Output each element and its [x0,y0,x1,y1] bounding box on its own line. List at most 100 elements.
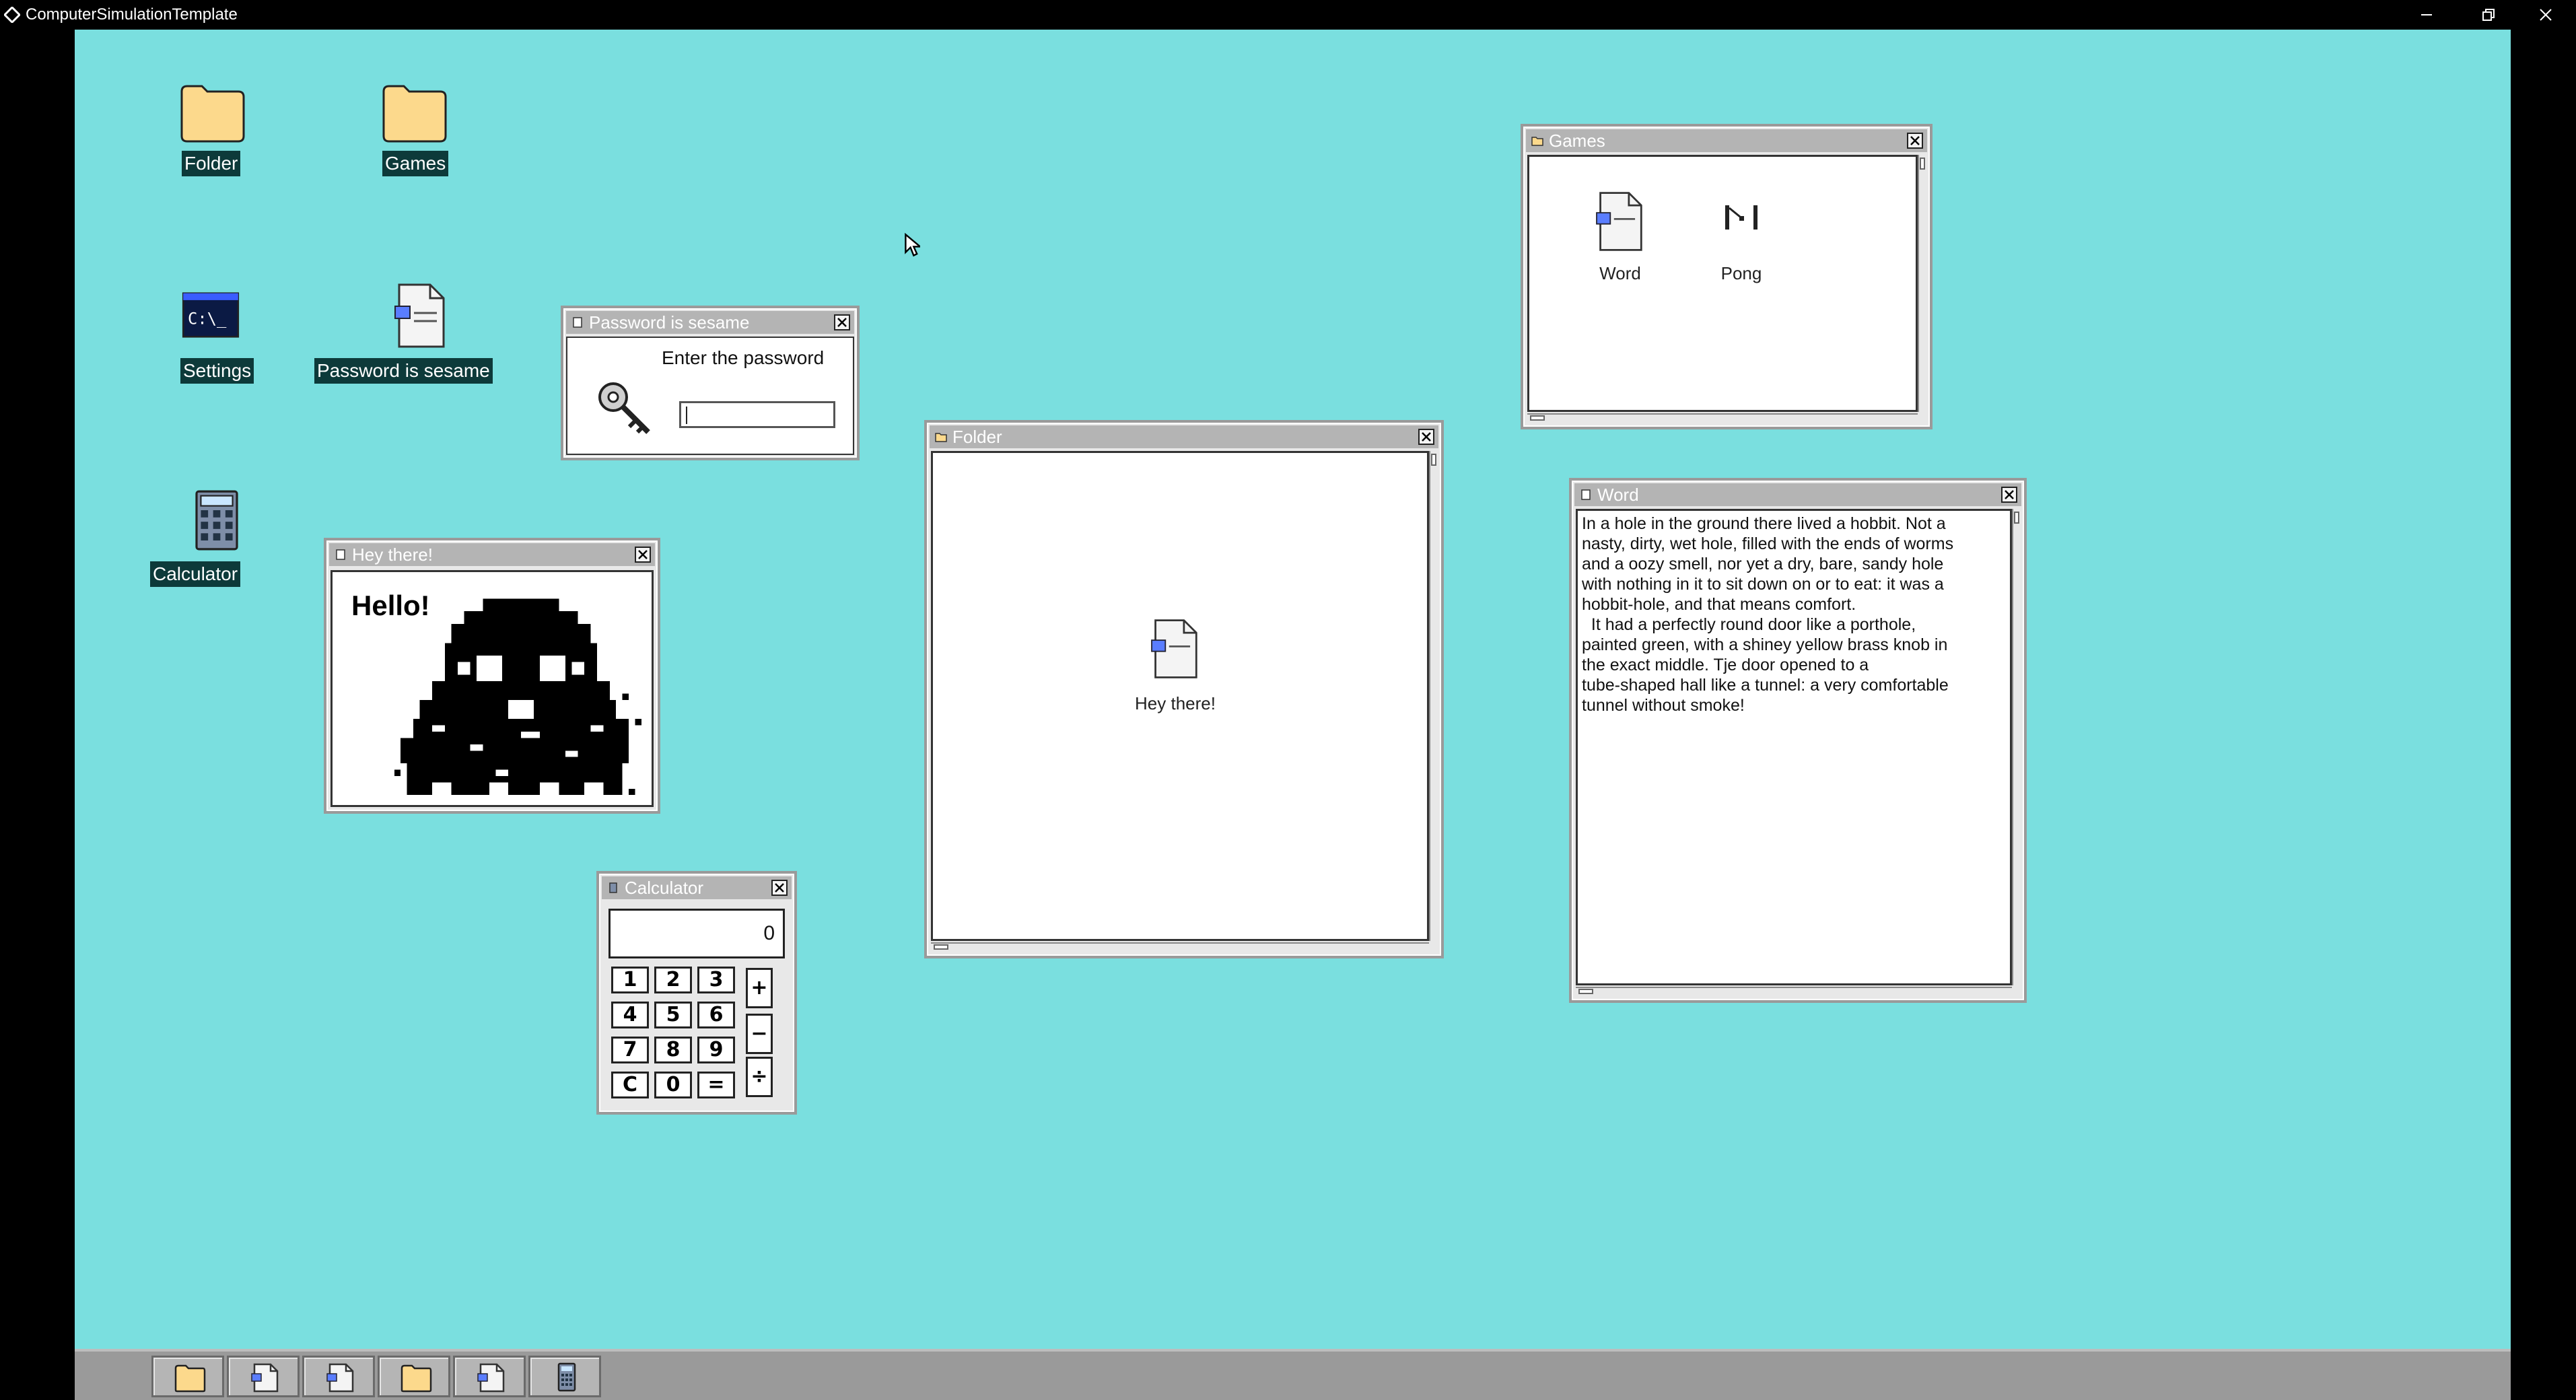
scroll-thumb[interactable] [934,944,948,950]
taskbar-button[interactable] [378,1356,450,1397]
desktop-icon-games[interactable]: Games [361,77,468,184]
word-document-text[interactable]: In a hole in the ground there lived a ho… [1582,514,1996,715]
close-button[interactable] [2520,0,2576,30]
games-horizontal-scrollbar[interactable] [1527,413,1918,423]
calc-key-3[interactable]: 3 [697,967,735,993]
password-input[interactable] [679,401,835,428]
taskbar-button[interactable] [227,1356,300,1397]
word-vertical-scrollbar[interactable] [2012,509,2021,985]
close-icon [837,318,847,327]
folder-window[interactable]: Folder Hey there! [924,420,1444,958]
calc-key-8[interactable]: 8 [654,1037,692,1063]
hey-there-window-close-button[interactable] [635,547,651,563]
games-item-label: Word [1599,263,1641,283]
folder-window-content: Hey there! [931,451,1429,941]
games-vertical-scrollbar[interactable] [1918,155,1927,412]
folder-icon [401,1364,432,1393]
scroll-thumb[interactable] [1431,454,1436,466]
restore-icon [2482,9,2495,21]
calc-key-0[interactable]: 0 [654,1072,692,1098]
desktop-icon-password-doc-label: Password is sesame [314,358,493,384]
taskbar-button[interactable] [302,1356,375,1397]
games-window-close-button[interactable] [1907,133,1923,149]
document-icon [477,1363,505,1393]
close-icon [2005,490,2014,499]
calc-key-clear[interactable]: C [611,1072,649,1098]
hey-there-window[interactable]: Hey there! Hello! [324,538,660,814]
calc-key-7[interactable]: 7 [611,1037,649,1063]
unity-app-icon [4,7,20,23]
close-icon [2540,9,2552,21]
folder-icon [1531,137,1543,146]
desktop[interactable]: Folder Games C:\_ Settings Password is s… [75,30,2511,1349]
host-window-title: ComputerSimulationTemplate [26,5,238,24]
calculator-icon [557,1362,576,1392]
scroll-thumb[interactable] [2014,512,2019,524]
calc-key-1[interactable]: 1 [611,967,649,993]
hey-there-window-body: Hello! [330,570,654,807]
key-icon [598,382,650,434]
calculator-window-title: Calculator [625,878,704,898]
password-window-close-button[interactable] [834,314,850,330]
word-window-close-button[interactable] [2001,487,2017,503]
minimize-button[interactable] [2396,0,2457,30]
folder-vertical-scrollbar[interactable] [1429,451,1438,941]
calc-key-minus[interactable]: − [746,1014,773,1054]
games-item-pong[interactable]: Pong [1691,190,1792,285]
terminal-icon: C:\_ [182,292,240,338]
taskbar-button[interactable] [151,1356,224,1397]
desktop-icon-settings[interactable]: C:\_ Settings [152,285,273,393]
pixel-face-image [394,598,641,796]
scroll-thumb[interactable] [1578,989,1593,994]
calc-key-divide[interactable]: ÷ [746,1057,773,1097]
word-horizontal-scrollbar[interactable] [1576,987,2012,996]
svg-text:C:\_: C:\_ [188,310,227,328]
folder-icon [180,85,245,143]
calc-key-5[interactable]: 5 [654,1002,692,1028]
desktop-icon-games-label: Games [382,151,449,176]
hey-there-window-titlebar[interactable]: Hey there! [329,543,655,566]
taskbar-button[interactable] [528,1356,601,1397]
games-window-titlebar[interactable]: Games [1526,129,1927,152]
calc-key-4[interactable]: 4 [611,1002,649,1028]
document-icon [394,283,445,348]
taskbar-button[interactable] [453,1356,526,1397]
restore-button[interactable] [2458,0,2519,30]
document-icon [1151,619,1197,678]
games-item-word[interactable]: Word [1570,190,1671,285]
folder-item-hey-there[interactable]: Hey there! [1115,618,1236,719]
folder-horizontal-scrollbar[interactable] [931,942,1429,952]
calc-key-2[interactable]: 2 [654,967,692,993]
folder-icon [174,1364,206,1393]
calc-key-6[interactable]: 6 [697,1002,735,1028]
games-window[interactable]: Games Word Pong [1521,124,1933,429]
close-icon [638,550,648,559]
word-window[interactable]: Word In a hole in the ground there lived… [1569,478,2027,1003]
folder-window-close-button[interactable] [1418,429,1434,445]
close-icon [775,883,784,893]
desktop-icon-calculator-label: Calculator [150,561,241,587]
calculator-window[interactable]: Calculator 0 1 2 3 4 5 6 7 8 9 C 0 = + − ÷ [596,871,797,1115]
calc-key-9[interactable]: 9 [697,1037,735,1063]
calculator-icon [195,490,238,551]
calculator-icon [609,882,617,893]
games-item-label: Pong [1720,263,1762,283]
password-prompt: Enter the password [662,347,825,368]
password-window-titlebar[interactable]: Password is sesame [566,311,854,334]
calculator-window-close-button[interactable] [771,880,788,896]
word-document-area[interactable]: In a hole in the ground there lived a ho… [1576,509,2012,985]
desktop-icon-password-doc[interactable]: Password is sesame [310,282,526,390]
text-cursor [686,407,687,424]
scroll-thumb[interactable] [1920,158,1925,170]
scroll-thumb[interactable] [1530,415,1545,421]
calc-key-equals[interactable]: = [697,1072,735,1098]
folder-window-titlebar[interactable]: Folder [930,425,1438,448]
games-window-title: Games [1549,131,1605,151]
word-window-titlebar[interactable]: Word [1574,483,2021,506]
desktop-icon-settings-label: Settings [180,358,254,384]
calc-key-plus[interactable]: + [746,968,773,1008]
desktop-icon-calculator[interactable]: Calculator [149,487,283,595]
password-window[interactable]: Password is sesame Enter the password [561,306,860,460]
desktop-icon-folder[interactable]: Folder [159,77,267,184]
calculator-window-titlebar[interactable]: Calculator [602,876,792,899]
